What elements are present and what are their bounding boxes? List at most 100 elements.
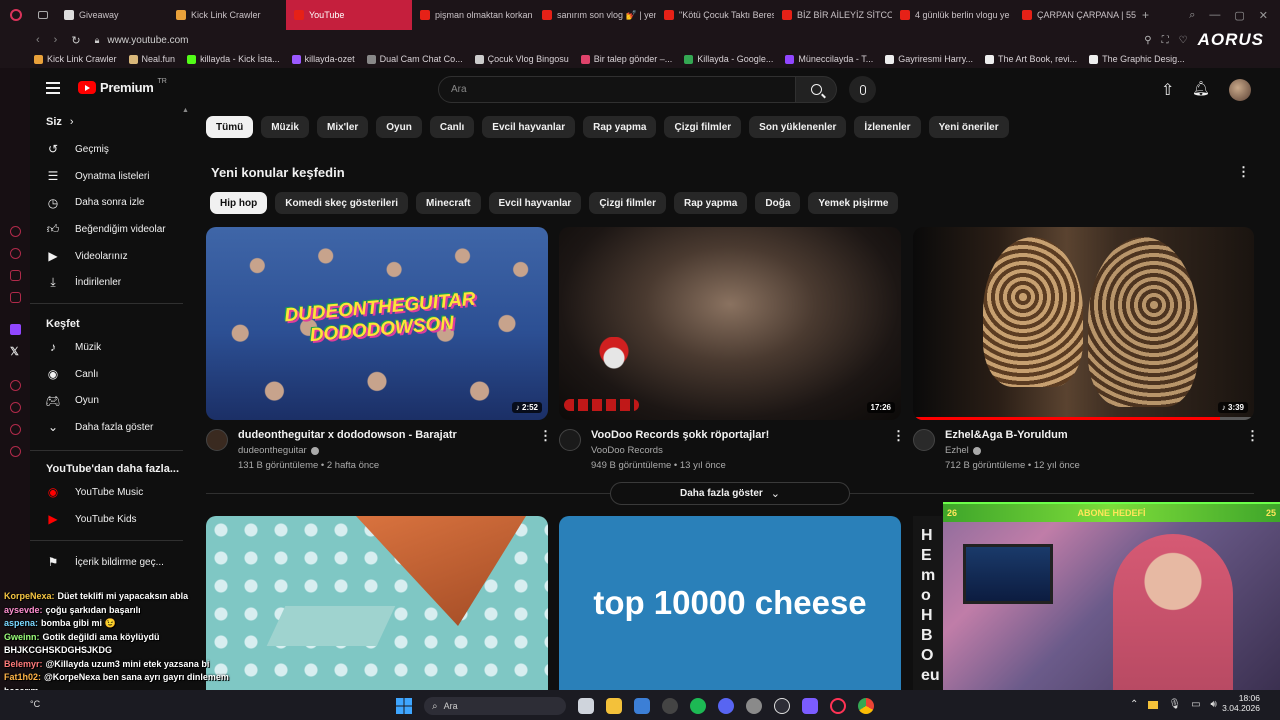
channel-name[interactable]: Ezhel <box>945 445 969 456</box>
opera-gx-icon[interactable] <box>830 698 846 714</box>
sidebar-item[interactable]: ▶ Videolarınız <box>46 243 166 270</box>
player-icon[interactable] <box>10 380 21 391</box>
bookmark-item[interactable]: The Graphic Desig... <box>1089 54 1185 64</box>
bookmark-item[interactable]: Neal.fun <box>128 54 175 64</box>
opera-logo-icon[interactable] <box>10 9 22 21</box>
filter-chip[interactable]: Evcil hayvanlar <box>488 192 582 214</box>
bookmark-item[interactable]: Müneccilayda - T... <box>785 54 873 64</box>
obs-icon[interactable] <box>662 698 678 714</box>
history-strip-icon[interactable] <box>10 402 21 413</box>
app-icon[interactable] <box>774 698 790 714</box>
filter-chip[interactable]: Komedi skeç gösterileri <box>275 192 409 214</box>
video-more-icon[interactable]: ⋮ <box>539 428 552 444</box>
filter-chip[interactable]: Rap yapma <box>674 192 748 214</box>
video-title[interactable]: Ezhel&Aga B-Yoruldum <box>945 429 1068 441</box>
discord-icon[interactable] <box>718 698 734 714</box>
notifications-bell-icon[interactable]: 🔔︎ <box>1192 80 1210 97</box>
search-input[interactable]: Ara <box>451 84 467 95</box>
spotify-icon[interactable] <box>690 698 706 714</box>
url-field[interactable]: www.youtube.com <box>107 35 188 46</box>
twitch-icon[interactable] <box>10 324 21 335</box>
chrome-icon[interactable] <box>858 698 874 714</box>
close-icon[interactable]: ✕ <box>1259 9 1268 22</box>
forward-icon[interactable]: › <box>54 34 58 46</box>
windows-start-icon[interactable] <box>396 698 412 714</box>
video-more-icon[interactable]: ⋮ <box>1246 428 1259 444</box>
music-player-icon[interactable] <box>10 292 21 303</box>
filter-chip[interactable]: Evcil hayvanlar <box>482 116 576 138</box>
bookmark-item[interactable]: Bir talep gönder –... <box>580 54 672 64</box>
upload-icon[interactable]: ⇧ <box>1161 80 1174 100</box>
filter-chip[interactable]: Canlı <box>429 116 475 138</box>
browser-tab[interactable]: YouTube <box>286 0 412 30</box>
back-icon[interactable]: ‹ <box>36 34 40 46</box>
instagram-icon[interactable] <box>10 270 21 281</box>
sidebar-item[interactable]: ⤓ İndirilenler <box>46 269 166 296</box>
snapshot-icon[interactable]: ⛶ <box>1162 35 1169 46</box>
bookmark-item[interactable]: killayda-ozet <box>291 54 355 64</box>
bookmark-item[interactable]: Çocuk Vlog Bingosu <box>474 54 569 64</box>
video-more-icon[interactable]: ⋮ <box>892 428 905 444</box>
filter-chip[interactable]: Çizgi filmler <box>664 116 742 138</box>
video-title[interactable]: dudeontheguitar x dododowson - Barajatr <box>238 429 457 441</box>
sidebar-item[interactable]: 👍︎ Beğendiğim videolar <box>46 216 166 243</box>
tray-speaker-icon[interactable]: 🔊︎ <box>1211 699 1217 710</box>
sidebar-item[interactable]: ◉ YouTube Music <box>46 479 143 506</box>
account-avatar[interactable] <box>1229 79 1251 101</box>
sidebar-item[interactable]: ◷ Daha sonra izle <box>46 189 166 216</box>
new-tab-icon[interactable]: + <box>1142 8 1149 22</box>
heart-icon[interactable]: ♡ <box>1179 35 1188 46</box>
bookmark-item[interactable]: Dual Cam Chat Co... <box>366 54 463 64</box>
filter-chip[interactable]: Mix'ler <box>317 116 369 138</box>
menu-icon[interactable] <box>46 82 60 94</box>
bookmark-item[interactable]: Kick Link Crawler <box>34 54 117 64</box>
browser-tab[interactable]: 4 günlük berlin vlogu ye <box>892 0 1014 30</box>
filter-chip[interactable]: Yemek pişirme <box>808 192 899 214</box>
browser-tab[interactable]: Giveaway <box>56 0 168 30</box>
sidebar-item[interactable]: ◉ Canlı <box>46 361 153 388</box>
sidebar-item[interactable]: ▶ YouTube Kids <box>46 506 143 533</box>
pin-icon[interactable]: ⚲ <box>1144 35 1151 46</box>
filter-chip[interactable]: Minecraft <box>416 192 481 214</box>
whatsapp-icon[interactable] <box>10 248 21 259</box>
filter-chip[interactable]: Rap yapma <box>583 116 657 138</box>
video-thumbnail[interactable]: top 10000 cheese <box>559 516 901 690</box>
file-explorer-icon[interactable] <box>606 698 622 714</box>
browser-tab[interactable]: Kick Link Crawler <box>168 0 286 30</box>
taskbar-clock[interactable]: 18:06 3.04.2026 <box>1218 693 1260 713</box>
sidebar-item[interactable]: ☰ Oynatma listeleri <box>46 163 166 190</box>
reload-icon[interactable]: ↻ <box>71 34 80 47</box>
video-thumbnail[interactable]: ♪ 3:39 <box>913 227 1254 420</box>
video-thumbnail[interactable]: 17:26 <box>559 227 901 420</box>
browser-tab[interactable]: ÇARPAN ÇARPANA | 55n <box>1014 0 1136 30</box>
filter-chip[interactable]: Son yüklenenler <box>749 116 847 138</box>
weather-temperature[interactable]: °C <box>30 699 40 709</box>
sidebar-item[interactable]: 🎮︎ Oyun <box>45 387 153 414</box>
channel-avatar[interactable] <box>206 429 228 451</box>
taskbar-search[interactable]: ⌕ Ara <box>424 697 566 715</box>
browser-tab[interactable]: "Kötü Çocuk Taktı Beres <box>656 0 774 30</box>
tray-overflow-icon[interactable]: ⌃ <box>1130 699 1138 710</box>
show-more-button[interactable]: Daha fazla göster ⌄ <box>610 482 850 505</box>
sidebar-item[interactable]: ⌄ Daha fazla göster <box>46 414 153 441</box>
filter-chip[interactable]: İzlenenler <box>854 116 921 138</box>
maximize-icon[interactable]: ▢ <box>1234 9 1244 22</box>
x-twitter-icon[interactable]: 𝕏 <box>10 345 19 358</box>
bookmark-item[interactable]: Killayda - Google... <box>684 54 773 64</box>
filter-chip[interactable]: Doğa <box>755 192 801 214</box>
browser-tab[interactable]: sanırım son vlog 💅 | yen <box>534 0 656 30</box>
browser-tab[interactable]: pişman olmaktan korkan <box>412 0 534 30</box>
video-thumbnail[interactable]: HE mo HBO eu <box>913 516 943 690</box>
search-tabs-icon[interactable]: ⌕ <box>1189 9 1195 22</box>
settings-gear-icon[interactable] <box>746 698 762 714</box>
channel-name[interactable]: dudeontheguitar <box>238 445 307 456</box>
app-grid-icon[interactable] <box>802 698 818 714</box>
filter-chip[interactable]: Yeni öneriler <box>928 116 1009 138</box>
report-history-item[interactable]: ⚑ İçerik bildirme geç... <box>46 549 164 575</box>
bookmark-item[interactable]: Gayriresmi Harry... <box>885 54 973 64</box>
filter-chip[interactable]: Hip hop <box>210 192 268 214</box>
search-button[interactable] <box>796 76 837 103</box>
messenger-icon[interactable] <box>10 226 21 237</box>
workspace-icon[interactable] <box>38 11 48 19</box>
browser-tab[interactable]: BİZ BİR AİLEYİZ SİTCOM <box>774 0 892 30</box>
